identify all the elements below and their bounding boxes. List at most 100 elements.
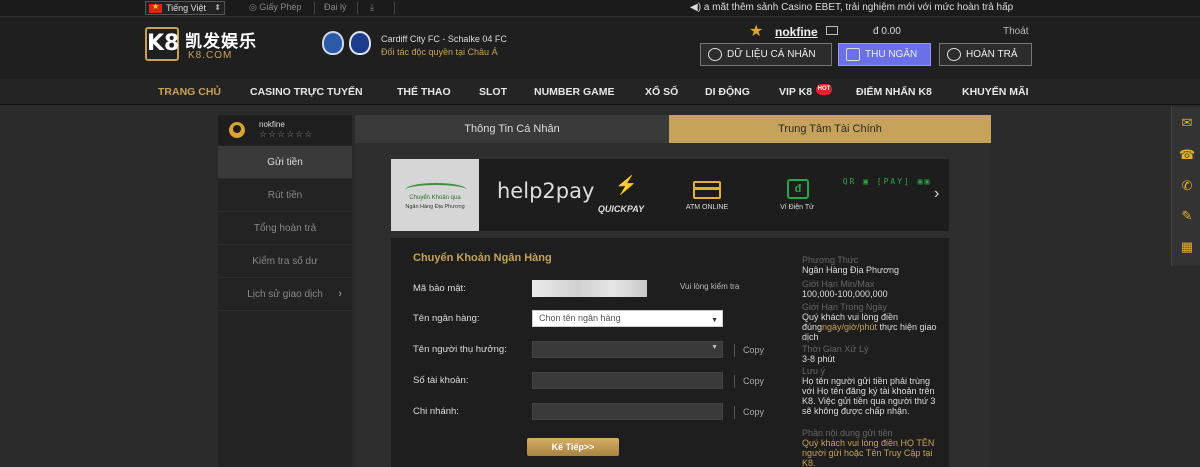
logout-link[interactable]: Thoát <box>1003 26 1029 37</box>
bank-name-select[interactable]: Chọn tên ngân hàng ▼ <box>532 310 723 327</box>
header-username[interactable]: nokfine <box>775 25 818 39</box>
method-help2pay[interactable]: help2pay <box>483 159 594 231</box>
account-number-field[interactable] <box>532 372 723 389</box>
captcha-image[interactable] <box>532 280 647 297</box>
tab-personal-info[interactable]: Thông Tin Cá Nhân <box>355 115 669 143</box>
info-daily-text1: Quý khách vui lòng điền <box>802 312 899 322</box>
wallet-icon: đ <box>787 179 809 199</box>
beneficiary-select[interactable]: ▼ <box>532 341 723 358</box>
beneficiary-label: Tên người thụ hưởng: <box>413 344 507 355</box>
sidebar-item-balance-check[interactable]: Kiểm tra số dư <box>218 245 352 278</box>
sidebar-item-deposit[interactable]: Gửi tiền <box>218 146 352 179</box>
license-link[interactable]: ◎ Giấy Phép <box>249 2 301 13</box>
nav-casino[interactable]: CASINO TRỰC TUYẾN <box>250 86 363 98</box>
sidebar-username: nokfine <box>259 120 285 129</box>
mail-icon[interactable] <box>826 26 838 35</box>
nav-lottery[interactable]: XỔ SỐ <box>645 86 678 98</box>
method-local-bank[interactable]: Chuyển Khoản qua Ngân Hàng Địa Phương <box>391 159 479 231</box>
balance: đ 0.00 <box>873 26 901 37</box>
download-icon[interactable]: ⤓ <box>370 2 374 13</box>
lightning-icon: ⚡ <box>615 175 638 195</box>
callback-icon[interactable]: ☎ <box>1179 147 1195 163</box>
sidebar-item-total-rebate[interactable]: Tổng hoàn trả <box>218 212 352 245</box>
form-title: Chuyển Khoản Ngân Hàng <box>413 252 552 264</box>
info-note-heading: Lưu ý <box>802 366 826 376</box>
info-daily-highlight: ngày/giờ/phút <box>822 322 877 332</box>
language-select[interactable]: Tiếng Việt ⬍ <box>145 1 225 15</box>
nav-number-game[interactable]: NUMBER GAME <box>534 86 615 98</box>
copy-branch-button[interactable]: Copy <box>734 406 764 419</box>
info-content-heading: Phần nội dung gửi tiền <box>802 428 893 438</box>
info-note-value: Họ tên người gửi tiền phải trùng với Họ … <box>802 376 936 416</box>
phone-icon[interactable]: ✆ <box>1179 178 1195 194</box>
rebate-button-label: HOÀN TRẢ <box>966 49 1018 60</box>
method-atm-online[interactable]: ATM ONLINE <box>661 159 753 231</box>
announcement-ticker: ◀) a mắt thêm sảnh Casino EBET, trải ngh… <box>690 2 1200 13</box>
branch-field[interactable] <box>532 403 723 420</box>
k8-logo[interactable]: K8 <box>145 27 179 61</box>
vip-star-icon: ★ <box>749 23 764 40</box>
nav-vip[interactable]: VIP K8 <box>779 86 812 98</box>
bank-name-label: Tên ngân hàng: <box>413 313 480 324</box>
divider <box>314 2 315 14</box>
quickpay-label: QUICKPAY <box>597 204 645 214</box>
account-sidebar: nokfine ☆☆☆☆☆☆ Gửi tiền Rút tiền Tổng ho… <box>218 115 352 467</box>
chevron-right-icon[interactable]: › <box>934 185 939 203</box>
info-method-heading: Phương Thức <box>802 255 859 265</box>
tab-finance-center[interactable]: Trung Tâm Tài Chính <box>669 115 991 143</box>
wallet-label: Ví Điện Tử <box>780 204 814 211</box>
rebate-icon <box>947 48 961 61</box>
header: K8 凯发娱乐 K8.COM Cardiff City FC - Schalke… <box>0 17 1200 79</box>
logo-domain: K8.COM <box>188 50 233 61</box>
top-strip: Tiếng Việt ⬍ ◎ Giấy Phép Đại lý ⤓ ◀) a m… <box>0 0 1200 17</box>
profile-button-label: DỮ LIỆU CÁ NHÂN <box>727 49 816 60</box>
sidebar-item-history[interactable]: Lịch sử giao dịch › <box>218 278 352 311</box>
cashier-button-label: THU NGÂN <box>865 49 918 60</box>
cashier-icon <box>846 48 860 61</box>
chevron-down-icon: ▼ <box>711 317 718 324</box>
captcha-mask <box>532 280 647 297</box>
nav-promotions[interactable]: KHUYẾN MÃI <box>962 86 1029 98</box>
divider <box>357 2 358 14</box>
schalke-crest-icon <box>349 31 371 55</box>
agent-link[interactable]: Đại lý <box>324 2 347 12</box>
copy-account-button[interactable]: Copy <box>734 375 764 388</box>
info-note: Lưu ý Họ tên người gửi tiền phải trùng v… <box>802 366 942 416</box>
nav-home[interactable]: TRANG CHỦ <box>158 86 221 98</box>
method-bank-line1: Chuyển Khoản qua <box>409 195 461 201</box>
sidebar-item-withdraw[interactable]: Rút tiền <box>218 179 352 212</box>
sidebar-item-history-label: Lịch sử giao dịch <box>247 289 323 300</box>
vietnam-flag-icon <box>149 1 162 13</box>
nav-highlights[interactable]: ĐIỂM NHẤN K8 <box>856 86 932 98</box>
partner-title: Cardiff City FC - Schalke 04 FC <box>381 34 507 44</box>
rebate-button[interactable]: HOÀN TRẢ <box>939 43 1032 66</box>
floating-contact-bar: ✉ ☎ ✆ ✎ ▦ <box>1171 107 1200 266</box>
avatar-icon <box>229 122 245 138</box>
nav-slot[interactable]: SLOT <box>479 86 507 98</box>
bank-transfer-form: Chuyển Khoản Ngân Hàng Mã bảo mật: Vui l… <box>391 238 949 467</box>
main-nav: TRANG CHỦ CASINO TRỰC TUYẾN THỂ THAO SLO… <box>0 79 1200 105</box>
next-button[interactable]: Kế Tiếp>> <box>527 438 619 456</box>
method-quickpay[interactable]: ⚡ QUICKPAY <box>575 159 667 231</box>
nav-mobile[interactable]: DI ĐỘNG <box>705 86 750 98</box>
nav-sports[interactable]: THỂ THAO <box>397 86 451 98</box>
cashier-button[interactable]: THU NGÂN <box>838 43 931 66</box>
atm-label: ATM ONLINE <box>685 204 729 211</box>
method-e-wallet[interactable]: đ Ví Điện Tử <box>751 159 843 231</box>
profile-button[interactable]: DỮ LIỆU CÁ NHÂN <box>700 43 832 66</box>
method-qr-pay[interactable]: QR ▣ [PAY] ▣▣ <box>841 159 933 231</box>
license-label: Giấy Phép <box>259 2 302 12</box>
qr-pay-logo: QR ▣ [PAY] ▣▣ <box>842 177 932 186</box>
branch-label: Chi nhánh: <box>413 406 459 417</box>
info-limit-heading: Giới Hạn Min/Max <box>802 279 875 289</box>
register-icon[interactable]: ✎ <box>1179 208 1195 224</box>
chat-icon[interactable]: ✉ <box>1179 115 1195 131</box>
check-note: Vui lòng kiểm tra <box>680 282 740 291</box>
info-daily-text2: đúng <box>802 322 823 332</box>
copy-beneficiary-button[interactable]: Copy <box>734 344 764 357</box>
tab-bar: Thông Tin Cá Nhân Trung Tâm Tài Chính <box>355 115 991 143</box>
hot-badge: HOT <box>816 84 832 95</box>
info-content: Phần nội dung gửi tiền Quý khách vui lòn… <box>802 428 942 467</box>
qr-code-icon[interactable]: ▦ <box>1179 239 1195 255</box>
user-icon <box>708 48 722 61</box>
